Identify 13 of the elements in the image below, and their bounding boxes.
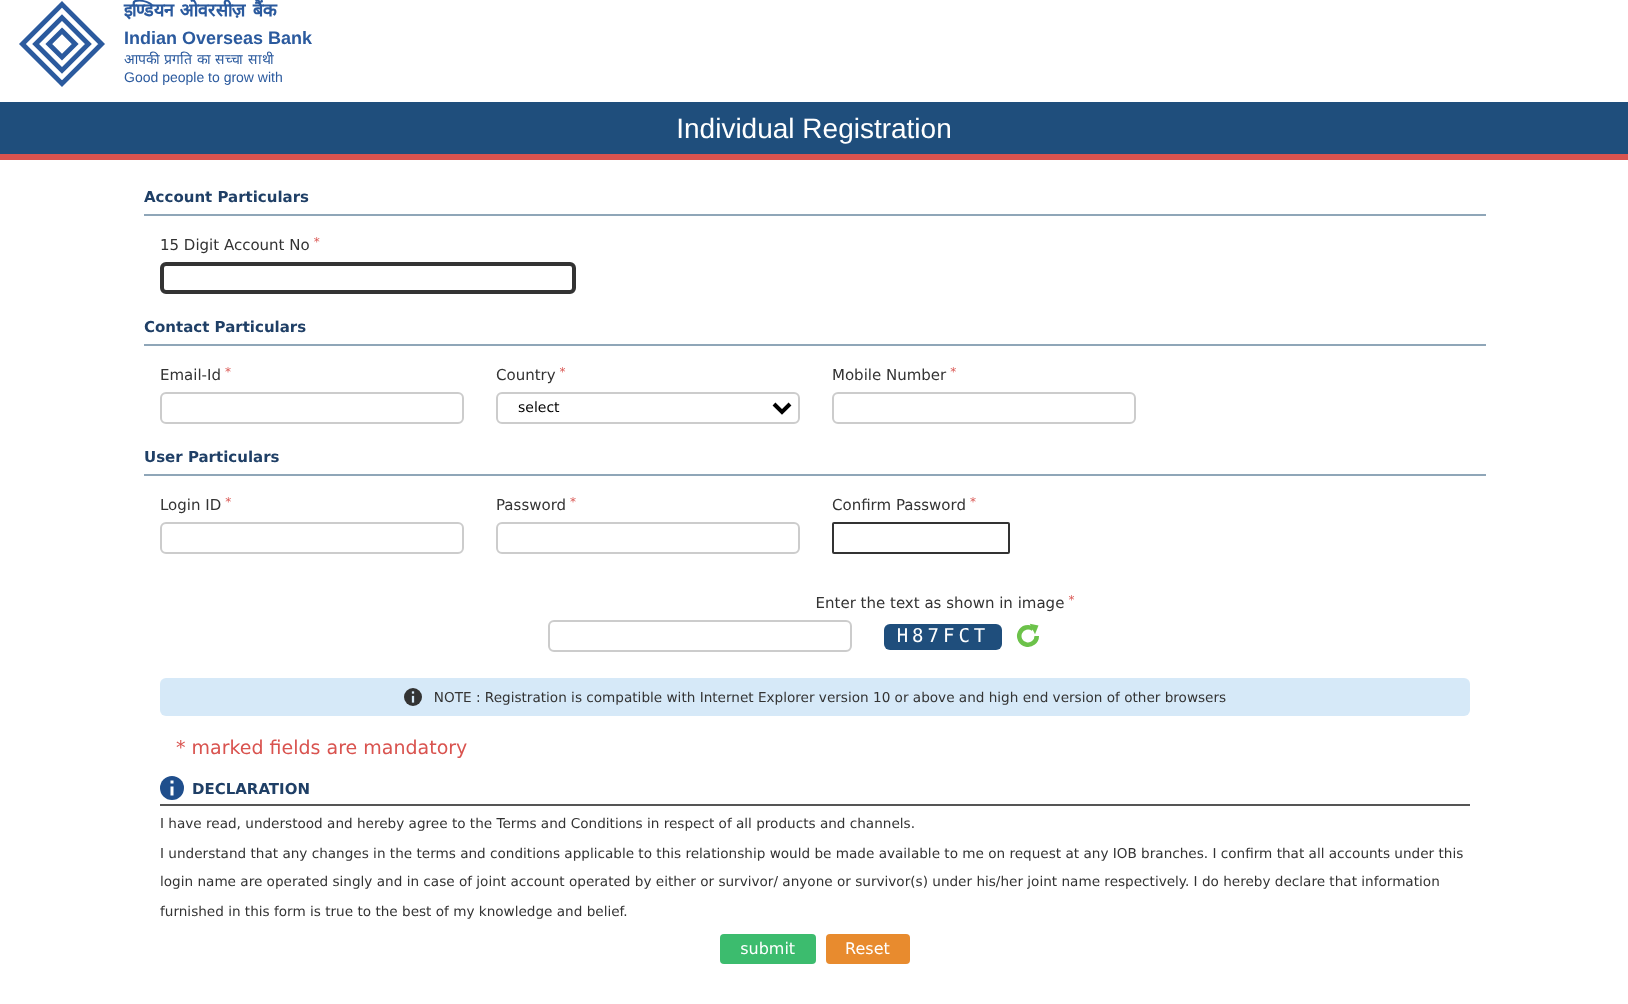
bank-name: Indian Overseas Bank [124,27,313,50]
bank-name-hindi: इण्डियन ओवरसीज़ बैंक [124,0,280,26]
captcha-field[interactable] [548,620,853,652]
captcha-image: H87FCT [884,623,1002,649]
mandatory-note: * marked fields are mandatory [176,738,470,760]
reset-button[interactable]: Reset [825,934,910,964]
input-field[interactable] [160,262,576,294]
input-field[interactable] [832,522,1010,554]
page-title: Individual Registration [676,112,952,144]
refresh-icon[interactable] [1013,622,1042,650]
info-icon [403,688,422,706]
info-icon [160,776,184,800]
submit-button[interactable]: submit [720,934,816,964]
